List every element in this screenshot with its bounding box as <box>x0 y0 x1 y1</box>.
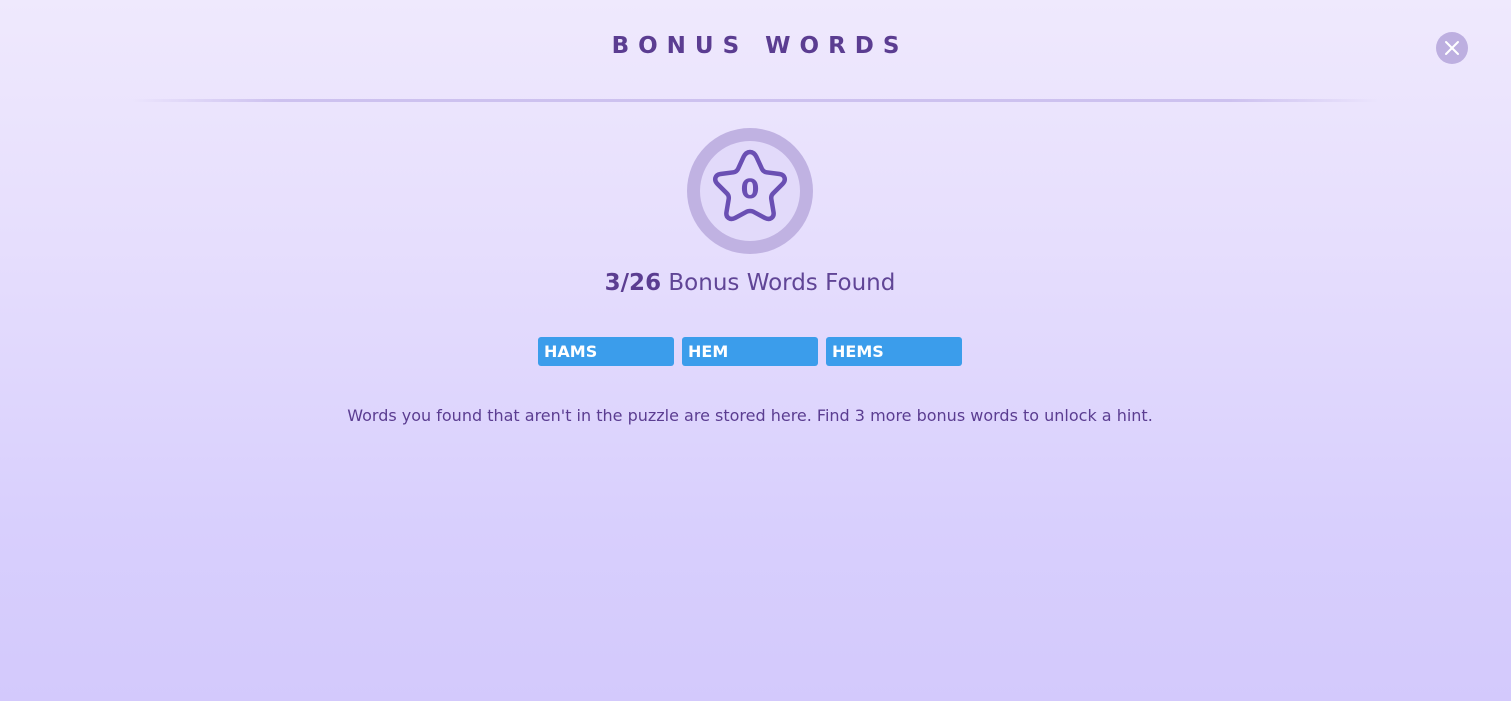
bonus-info-text: Words you found that aren't in the puzzl… <box>347 406 1153 425</box>
dialog-title: BONUS WORDS <box>611 33 909 59</box>
header-divider <box>130 99 1380 102</box>
progress-label: Bonus Words Found <box>668 270 896 296</box>
bonus-word-list: HAMS HEM HEMS <box>538 337 962 366</box>
close-button[interactable] <box>1436 32 1468 64</box>
bonus-word-chip: HAMS <box>538 337 674 366</box>
progress-fraction: 3/26 <box>604 270 662 296</box>
bonus-word-chip: HEMS <box>826 337 962 366</box>
badge-count: 0 <box>740 174 760 205</box>
bonus-badge: 0 <box>686 127 814 255</box>
close-icon <box>1445 41 1459 55</box>
bonus-word-chip: HEM <box>682 337 818 366</box>
bonus-progress: 3/26 Bonus Words Found <box>0 270 1500 296</box>
